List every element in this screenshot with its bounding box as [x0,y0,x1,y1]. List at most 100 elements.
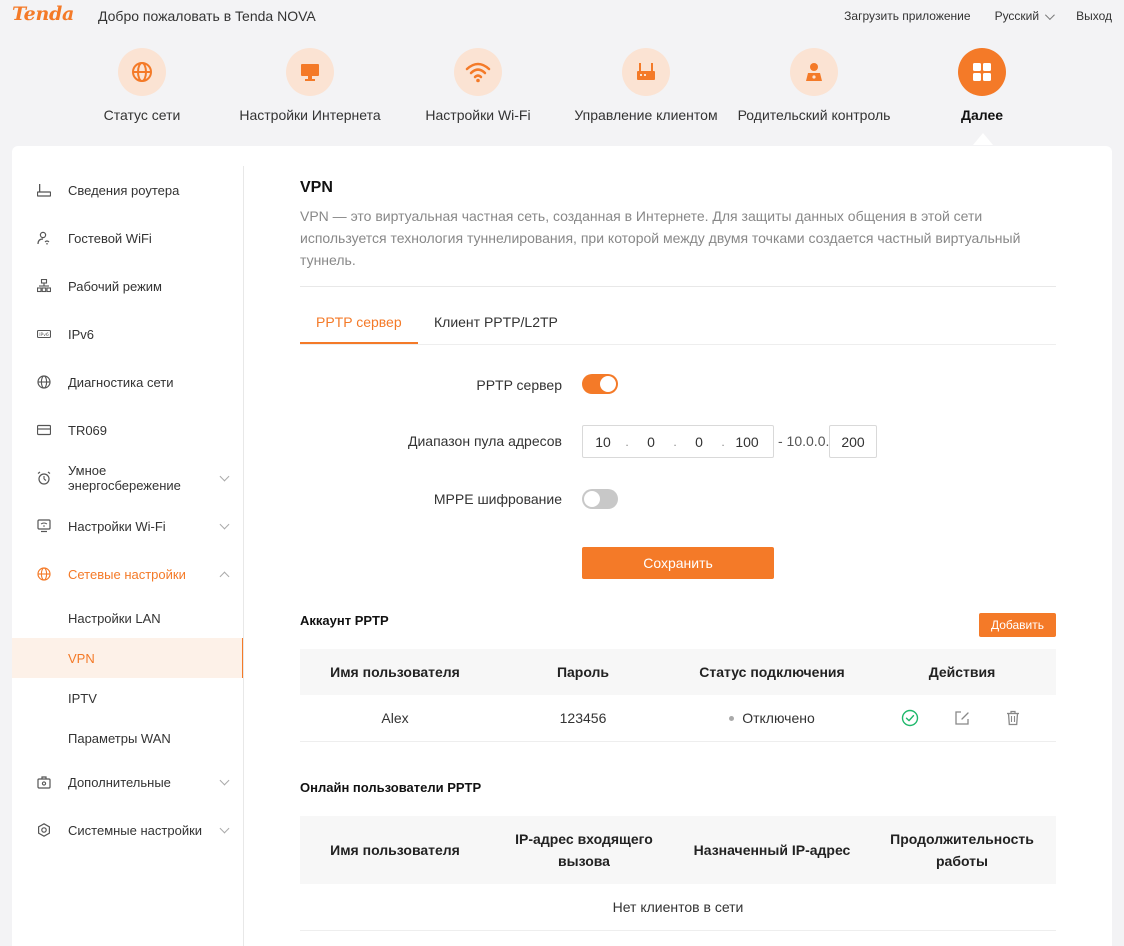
sidebar-item-label: Рабочий режим [68,278,162,294]
sidebar-item-system-settings[interactable]: Системные настройки [12,806,244,854]
pool-end-prefix: - 10.0.0. [778,433,830,449]
chevron-up-icon [219,571,230,582]
globe-icon [36,566,52,582]
accounts-section-title: Аккаунт PPTP [300,613,389,628]
column-header: Имя пользователя [330,842,460,858]
tab-pptp-server[interactable]: PPTP сервер [316,314,402,330]
sidebar-subitem-label: Параметры WAN [68,730,171,746]
pool-range-label: Диапазон пула адресов [408,433,562,449]
sidebar-subitem-label: VPN [68,650,95,666]
sidebar-subitem-label: IPTV [68,690,97,706]
sidebar-subitem-wan[interactable]: Параметры WAN [12,718,244,758]
ip-dot: . [721,434,725,449]
nav-label: Настройки Интернета [239,107,381,123]
top-bar: Tenda Добро пожаловать в Tenda NOVA Загр… [0,0,1124,34]
table-header: Имя пользователя IP-адрес входящего вызо… [300,816,1056,884]
alarm-icon [36,470,52,486]
nav-label: Статус сети [103,107,181,123]
nav-icon-circle [118,48,166,96]
chevron-down-icon [219,519,230,530]
nav-network-status[interactable]: Статус сети [80,48,204,123]
accounts-table: Имя пользователя Пароль Статус подключен… [300,649,1056,742]
sidebar-subitem-iptv[interactable]: IPTV [12,678,244,718]
main-panel: Сведения роутера Гостевой WiFi Рабочий р… [12,146,1112,946]
top-nav: Загрузить приложение Русский Выход [820,9,1112,23]
sidebar-item-label: Гостевой WiFi [68,230,152,246]
sidebar-item-ipv6[interactable]: IPv6 IPv6 [12,310,244,358]
nav-icon-circle [622,48,670,96]
divider [300,286,1056,287]
sidebar-item-work-mode[interactable]: Рабочий режим [12,262,244,310]
online-users-section-title: Онлайн пользователи PPTP [300,780,482,795]
nav-label: Настройки Wi-Fi [425,107,531,123]
sidebar-item-wifi-settings[interactable]: Настройки Wi-Fi [12,502,244,550]
tab-pptp-l2tp-client[interactable]: Клиент PPTP/L2TP [434,314,558,330]
add-account-button[interactable]: Добавить [979,613,1056,637]
sidebar-divider [243,166,244,946]
sidebar-item-energy-saving[interactable]: Умное энергосбережение [12,454,244,502]
nav-icon-circle [790,48,838,96]
parent-icon [806,63,822,81]
tenda-logo[interactable]: Tenda [12,3,74,25]
download-app-link[interactable]: Загрузить приложение [844,9,970,23]
ip-octet-4[interactable]: 100 [727,434,767,450]
nav-parental-control[interactable]: Родительский контроль [734,48,894,123]
pptp-server-toggle[interactable] [582,374,618,394]
tr069-icon [36,422,52,438]
sidebar-item-advanced[interactable]: Дополнительные [12,758,244,806]
gear-icon [36,822,52,838]
ip-octet-1[interactable]: 10 [583,434,623,450]
sidebar-item-label: TR069 [68,422,108,438]
column-header: Статус подключения [699,664,845,680]
wifi-settings-icon [36,518,52,534]
nav-icon-circle [958,48,1006,96]
edit-icon[interactable] [953,709,971,727]
table-header: Имя пользователя Пароль Статус подключен… [300,649,1056,695]
trash-icon[interactable] [1004,709,1022,727]
empty-state-text: Нет клиентов в сети [612,899,744,915]
sidebar-item-guest-wifi[interactable]: Гостевой WiFi [12,214,244,262]
toolbox-icon [36,774,52,790]
sidebar-item-label: Умное энергосбережение [68,463,181,493]
sidebar-subitem-label: Настройки LAN [68,610,161,626]
save-button[interactable]: Сохранить [582,547,774,579]
column-header: Действия [928,664,996,680]
nav-icon-circle [286,48,334,96]
sidebar-item-network-settings[interactable]: Сетевые настройки [12,550,244,598]
language-select[interactable]: Русский [994,9,1055,23]
mppe-label: MPPE шифрование [433,491,562,507]
pool-start-ip-field: 10 . 0 . 0 . 100 [582,425,774,458]
sidebar-item-tr069[interactable]: TR069 [12,406,244,454]
column-header: Назначенный IP-адрес [693,842,851,858]
active-nav-pointer [973,133,993,145]
check-circle-icon[interactable] [901,709,919,727]
column-header: Продолжительность работы [890,831,1034,869]
nav-wifi-settings[interactable]: Настройки Wi-Fi [418,48,538,123]
page-description: VPN — это виртуальная частная сеть, созд… [300,208,1021,268]
logout-link[interactable]: Выход [1076,9,1112,23]
column-header: IP-адрес входящего вызова [515,831,653,869]
sidebar-subitem-lan[interactable]: Настройки LAN [12,598,244,638]
language-label: Русский [994,9,1040,23]
ipv6-icon: IPv6 [36,326,52,342]
sidebar-subitem-vpn[interactable]: VPN [12,638,244,678]
pool-end-field[interactable]: 200 [829,425,877,458]
nav-more[interactable]: Далее [942,48,1022,123]
ip-octet-2[interactable]: 0 [631,434,671,450]
nav-client-management[interactable]: Управление клиентом [570,48,722,123]
sidebar-item-diagnostics[interactable]: Диагностика сети [12,358,244,406]
nav-internet-settings[interactable]: Настройки Интернета [236,48,384,123]
welcome-text: Добро пожаловать в Tenda NOVA [98,8,316,24]
router-info-icon [36,182,52,198]
column-header: Имя пользователя [330,664,460,680]
mppe-toggle[interactable] [582,489,618,509]
ip-octet-3[interactable]: 0 [679,434,719,450]
work-mode-icon [36,278,52,294]
svg-text:IPv6: IPv6 [39,332,49,338]
username-cell: Alex [381,710,409,726]
sidebar-item-label: Системные настройки [68,822,203,838]
sidebar: Сведения роутера Гостевой WiFi Рабочий р… [12,166,244,854]
sidebar-item-router-info[interactable]: Сведения роутера [12,166,244,214]
nav-label: Родительский контроль [737,107,891,123]
table-row-empty: Нет клиентов в сети [300,884,1056,931]
